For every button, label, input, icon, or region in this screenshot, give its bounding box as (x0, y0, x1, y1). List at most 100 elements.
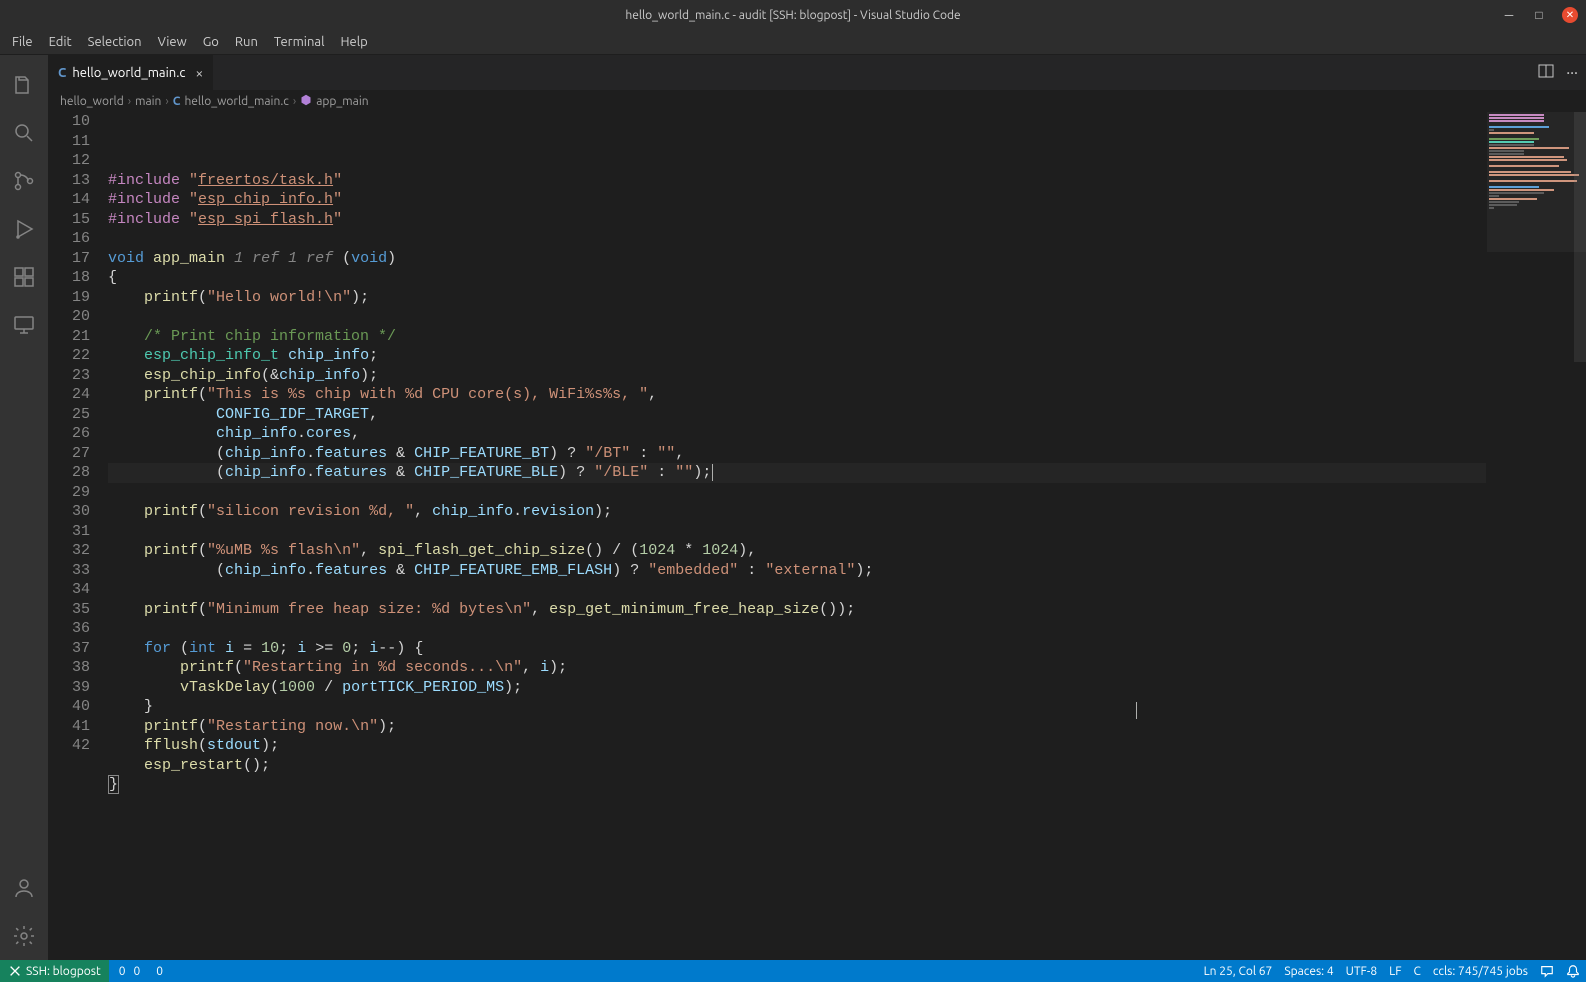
line-number: 33 (48, 561, 90, 581)
line-number: 20 (48, 307, 90, 327)
line-number: 13 (48, 171, 90, 191)
settings-gear-icon[interactable] (0, 912, 48, 960)
code-content[interactable]: #include "freertos/task.h"#include "esp_… (108, 112, 1486, 960)
status-ccls[interactable]: ccls: 745/745 jobs (1427, 960, 1534, 982)
c-file-icon: C (173, 95, 181, 108)
code-line[interactable]: printf("Minimum free heap size: %d bytes… (108, 600, 1486, 620)
line-number: 41 (48, 717, 90, 737)
accounts-icon[interactable] (0, 864, 48, 912)
code-line[interactable]: printf("%uMB %s flash\n", spi_flash_get_… (108, 541, 1486, 561)
status-language[interactable]: C (1408, 960, 1427, 982)
code-line[interactable] (108, 619, 1486, 639)
line-number-gutter: 1011121314151617181920212223242526272829… (48, 112, 108, 960)
breadcrumbs[interactable]: hello_world › main › C hello_world_main.… (48, 90, 1586, 112)
status-problems[interactable]: 0 0 (109, 960, 147, 982)
line-number: 25 (48, 405, 90, 425)
chevron-right-icon: › (293, 95, 296, 108)
status-cursor-position[interactable]: Ln 25, Col 67 (1198, 960, 1279, 982)
code-line[interactable]: printf("Restarting now.\n"); (108, 717, 1486, 737)
menu-terminal[interactable]: Terminal (266, 33, 333, 51)
line-number: 26 (48, 424, 90, 444)
code-line[interactable]: chip_info.cores, (108, 424, 1486, 444)
line-number: 32 (48, 541, 90, 561)
code-line[interactable] (108, 229, 1486, 249)
search-icon[interactable] (0, 109, 48, 157)
tabs-row: C hello_world_main.c × ··· (48, 55, 1586, 90)
menu-view[interactable]: View (150, 33, 195, 51)
code-line[interactable]: printf("silicon revision %d, ", chip_inf… (108, 502, 1486, 522)
code-line[interactable]: printf("Hello world!\n"); (108, 288, 1486, 308)
line-number: 24 (48, 385, 90, 405)
status-warnings-count: 0 (133, 965, 140, 978)
code-line[interactable]: fflush(stdout); (108, 736, 1486, 756)
code-line[interactable]: (chip_info.features & CHIP_FEATURE_BLE) … (108, 463, 1486, 483)
code-line[interactable]: #include "esp_chip_info.h" (108, 190, 1486, 210)
code-line[interactable]: #include "esp_spi_flash.h" (108, 210, 1486, 230)
tab-close-icon[interactable]: × (195, 65, 203, 81)
code-line[interactable]: (chip_info.features & CHIP_FEATURE_EMB_F… (108, 561, 1486, 581)
code-line[interactable]: esp_chip_info(&chip_info); (108, 366, 1486, 386)
code-line[interactable] (108, 522, 1486, 542)
code-line[interactable]: printf("Restarting in %d seconds...\n", … (108, 658, 1486, 678)
code-line[interactable]: esp_restart(); (108, 756, 1486, 776)
status-remote[interactable]: SSH: blogpost (0, 960, 109, 982)
code-line[interactable]: { (108, 268, 1486, 288)
status-bell-icon[interactable] (1560, 960, 1586, 982)
line-number: 39 (48, 678, 90, 698)
code-line[interactable]: CONFIG_IDF_TARGET, (108, 405, 1486, 425)
code-line[interactable]: /* Print chip information */ (108, 327, 1486, 347)
code-line[interactable]: } (108, 775, 1486, 795)
scrollbar-thumb[interactable] (1574, 112, 1586, 362)
maximize-button[interactable]: □ (1524, 0, 1554, 30)
minimap[interactable] (1486, 112, 1586, 960)
breadcrumb-folder[interactable]: hello_world (60, 95, 124, 108)
line-number: 29 (48, 483, 90, 503)
menu-go[interactable]: Go (195, 33, 227, 51)
code-line[interactable] (108, 580, 1486, 600)
status-feedback-icon[interactable] (1534, 960, 1560, 982)
status-ports-count: 0 (156, 965, 163, 978)
line-number: 28 (48, 463, 90, 483)
source-control-icon[interactable] (0, 157, 48, 205)
code-line[interactable]: void app_main 1 ref 1 ref (void) (108, 249, 1486, 269)
code-line[interactable]: esp_chip_info_t chip_info; (108, 346, 1486, 366)
status-encoding[interactable]: UTF-8 (1340, 960, 1383, 982)
menu-file[interactable]: File (4, 33, 41, 51)
more-actions-icon[interactable]: ··· (1566, 64, 1578, 82)
code-line[interactable]: #include "freertos/task.h" (108, 171, 1486, 191)
close-button[interactable]: ✕ (1562, 7, 1578, 23)
menu-edit[interactable]: Edit (41, 33, 80, 51)
breadcrumb-file[interactable]: hello_world_main.c (184, 95, 288, 108)
breadcrumb-folder[interactable]: main (135, 95, 161, 108)
code-line[interactable]: for (int i = 10; i >= 0; i--) { (108, 639, 1486, 659)
menu-selection[interactable]: Selection (80, 33, 150, 51)
remote-explorer-icon[interactable] (0, 301, 48, 349)
code-line[interactable] (108, 483, 1486, 503)
editor-body[interactable]: 1011121314151617181920212223242526272829… (48, 112, 1586, 960)
status-indentation[interactable]: Spaces: 4 (1278, 960, 1339, 982)
minimize-button[interactable]: ─ (1494, 0, 1524, 30)
status-ports[interactable]: 0 (146, 960, 169, 982)
breadcrumb-symbol[interactable]: app_main (316, 95, 368, 108)
status-eol[interactable]: LF (1383, 960, 1407, 982)
extensions-icon[interactable] (0, 253, 48, 301)
titlebar: hello_world_main.c - audit [SSH: blogpos… (0, 0, 1586, 30)
code-line[interactable]: vTaskDelay(1000 / portTICK_PERIOD_MS); (108, 678, 1486, 698)
code-line[interactable]: (chip_info.features & CHIP_FEATURE_BT) ?… (108, 444, 1486, 464)
code-line[interactable]: } (108, 697, 1486, 717)
menu-run[interactable]: Run (227, 33, 266, 51)
minimap-viewport[interactable] (1487, 112, 1586, 252)
menu-help[interactable]: Help (332, 33, 375, 51)
line-number: 17 (48, 249, 90, 269)
code-line[interactable]: printf("This is %s chip with %d CPU core… (108, 385, 1486, 405)
tab-hello-world-main-c[interactable]: C hello_world_main.c × (48, 55, 214, 90)
menubar: File Edit Selection View Go Run Terminal… (0, 30, 1586, 55)
explorer-icon[interactable] (0, 61, 48, 109)
line-number: 35 (48, 600, 90, 620)
split-editor-icon[interactable] (1538, 63, 1554, 83)
editor-area: C hello_world_main.c × ··· hello_world ›… (48, 55, 1586, 960)
code-line[interactable] (108, 795, 1486, 815)
run-debug-icon[interactable] (0, 205, 48, 253)
secondary-cursor-icon (1136, 702, 1137, 719)
code-line[interactable] (108, 307, 1486, 327)
